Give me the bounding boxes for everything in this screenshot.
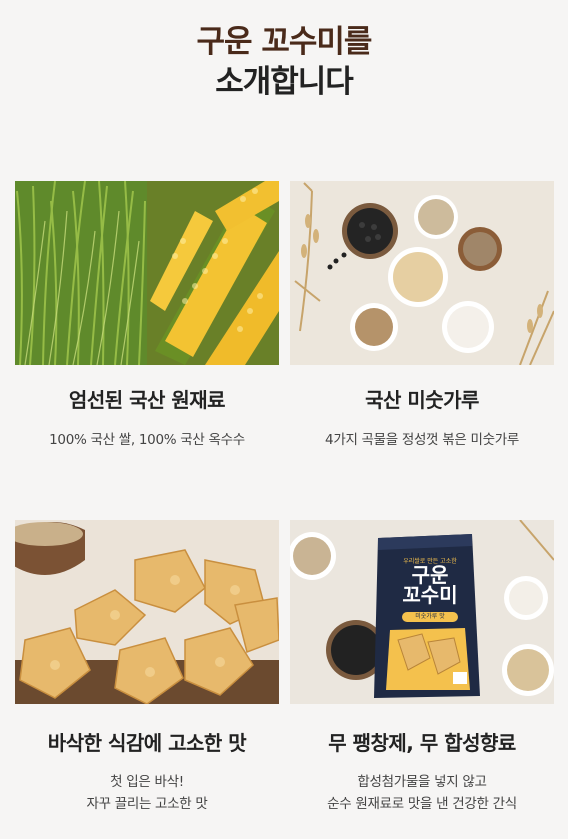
- feature-desc-4-line-1: 합성첨가물을 넣지 않고: [357, 774, 487, 790]
- feature-desc-1-line-1: 100% 국산 쌀, 100% 국산 옥수수: [49, 432, 245, 448]
- feature-heading-3: 바삭한 식감에 고소한 맛: [47, 731, 247, 755]
- feature-desc-2-line-1: 4가지 곡물을 정성껏 볶은 미숫가루: [325, 432, 519, 448]
- crispy-snack-photo: [15, 520, 279, 704]
- snack-package-photo: 우리쌀로 만든 고소한 구운 꼬수미 미숫가루 맛: [290, 520, 554, 704]
- feature-heading-4: 무 팽창제, 무 합성향료: [328, 731, 516, 755]
- title-line-1: 구운 꼬수미를: [196, 24, 373, 60]
- feature-desc-2: 4가지 곡물을 정성껏 볶은 미숫가루: [290, 429, 554, 451]
- feature-heading-1: 엄선된 국산 원재료: [68, 388, 226, 412]
- grain-bowls-photo: [290, 181, 554, 365]
- package-name-line-2: 꼬수미: [402, 583, 458, 607]
- feature-desc-4: 합성첨가물을 넣지 않고 순수 원재료로 맛을 낸 건강한 간식: [290, 771, 554, 815]
- page-title: 구운 꼬수미를 소개합니다: [0, 22, 568, 102]
- feature-desc-1: 100% 국산 쌀, 100% 국산 옥수수: [15, 429, 279, 451]
- feature-desc-3: 첫 입은 바삭! 자꾸 끌리는 고소한 맛: [15, 771, 279, 815]
- feature-desc-3-line-1: 첫 입은 바삭!: [110, 774, 184, 790]
- package-flavor-badge: 미숫가루 맛: [402, 612, 458, 622]
- title-line-2: 소개합니다: [215, 64, 354, 100]
- feature-desc-4-line-2: 순수 원재료로 맛을 낸 건강한 간식: [327, 796, 517, 812]
- rice-and-corn-photo: [15, 181, 279, 365]
- feature-desc-3-line-2: 자꾸 끌리는 고소한 맛: [86, 796, 208, 812]
- feature-heading-2: 국산 미숫가루: [365, 388, 479, 412]
